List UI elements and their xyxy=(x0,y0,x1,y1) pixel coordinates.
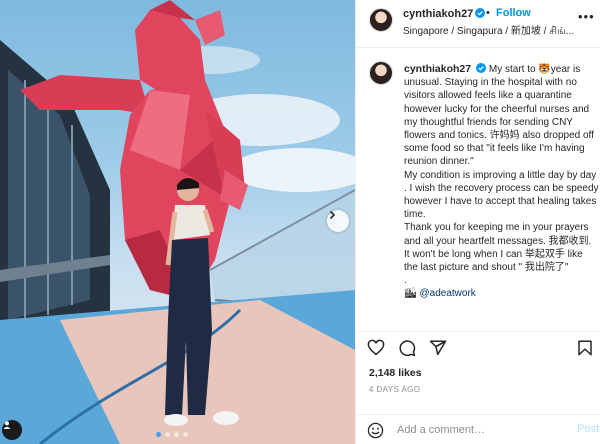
mention-emoji: 🏙 xyxy=(404,288,417,300)
comment-icon[interactable] xyxy=(398,339,416,357)
carousel-next-button[interactable] xyxy=(327,210,349,232)
follow-button[interactable]: Follow xyxy=(496,7,531,19)
post-author-username[interactable]: cynthiakoh27 xyxy=(403,8,486,20)
post-caption: cynthiakoh27 My start to 🐯year is unusua… xyxy=(404,63,599,301)
username-text[interactable]: cynthiakoh27 xyxy=(403,8,473,20)
user-tag-icon xyxy=(3,421,11,429)
avatar[interactable] xyxy=(369,61,393,85)
bookmark-icon[interactable] xyxy=(576,339,594,357)
verified-badge-icon xyxy=(476,63,487,73)
comment-bar: Post xyxy=(356,414,600,444)
caption-text: It won't be long when I can 举起双手 like th… xyxy=(404,248,583,274)
chevron-right-icon xyxy=(329,210,336,220)
like-count[interactable]: 2,148 likes xyxy=(369,367,422,379)
caption-area: cynthiakoh27 My start to 🐯year is unusua… xyxy=(356,49,600,331)
carousel-indicator xyxy=(156,432,188,437)
carousel-dot xyxy=(183,432,188,437)
caption-text: . xyxy=(404,275,407,287)
caption-text: Thank you for keeping me in your prayers… xyxy=(404,222,592,247)
post-photo[interactable] xyxy=(0,0,355,444)
verified-badge-icon xyxy=(475,8,486,18)
mention-link[interactable]: @adeatwork xyxy=(419,288,475,299)
caption-text: My condition is improving a little day b… xyxy=(404,169,599,221)
post-header: cynthiakoh27 • Follow Singapore / Singap… xyxy=(356,0,600,48)
post-comment-button[interactable]: Post xyxy=(577,423,599,435)
share-icon[interactable] xyxy=(429,339,447,357)
carousel-dot xyxy=(174,432,179,437)
photo-scene xyxy=(0,0,355,444)
action-bar xyxy=(356,331,600,363)
comment-input[interactable] xyxy=(397,422,547,438)
more-options-icon[interactable]: ••• xyxy=(578,9,595,24)
user-tag-button[interactable] xyxy=(2,420,22,440)
avatar[interactable] xyxy=(369,8,393,32)
mention-line: 🏙 @adeatwork xyxy=(404,287,599,300)
heart-icon[interactable] xyxy=(367,339,385,357)
post-location[interactable]: Singapore / Singapura / 新加坡 / சிங்... xyxy=(403,22,574,38)
separator-dot: • xyxy=(486,7,490,19)
caption-text: My start to 🐯year is unusual. Staying in… xyxy=(404,64,594,168)
carousel-dot xyxy=(165,432,170,437)
emoji-icon[interactable] xyxy=(367,422,384,439)
caption-username[interactable]: cynthiakoh27 xyxy=(404,63,471,75)
post-date[interactable]: 4 DAYS AGO xyxy=(369,385,420,394)
carousel-dot xyxy=(156,432,161,437)
post-details-panel: cynthiakoh27 • Follow Singapore / Singap… xyxy=(355,0,600,444)
